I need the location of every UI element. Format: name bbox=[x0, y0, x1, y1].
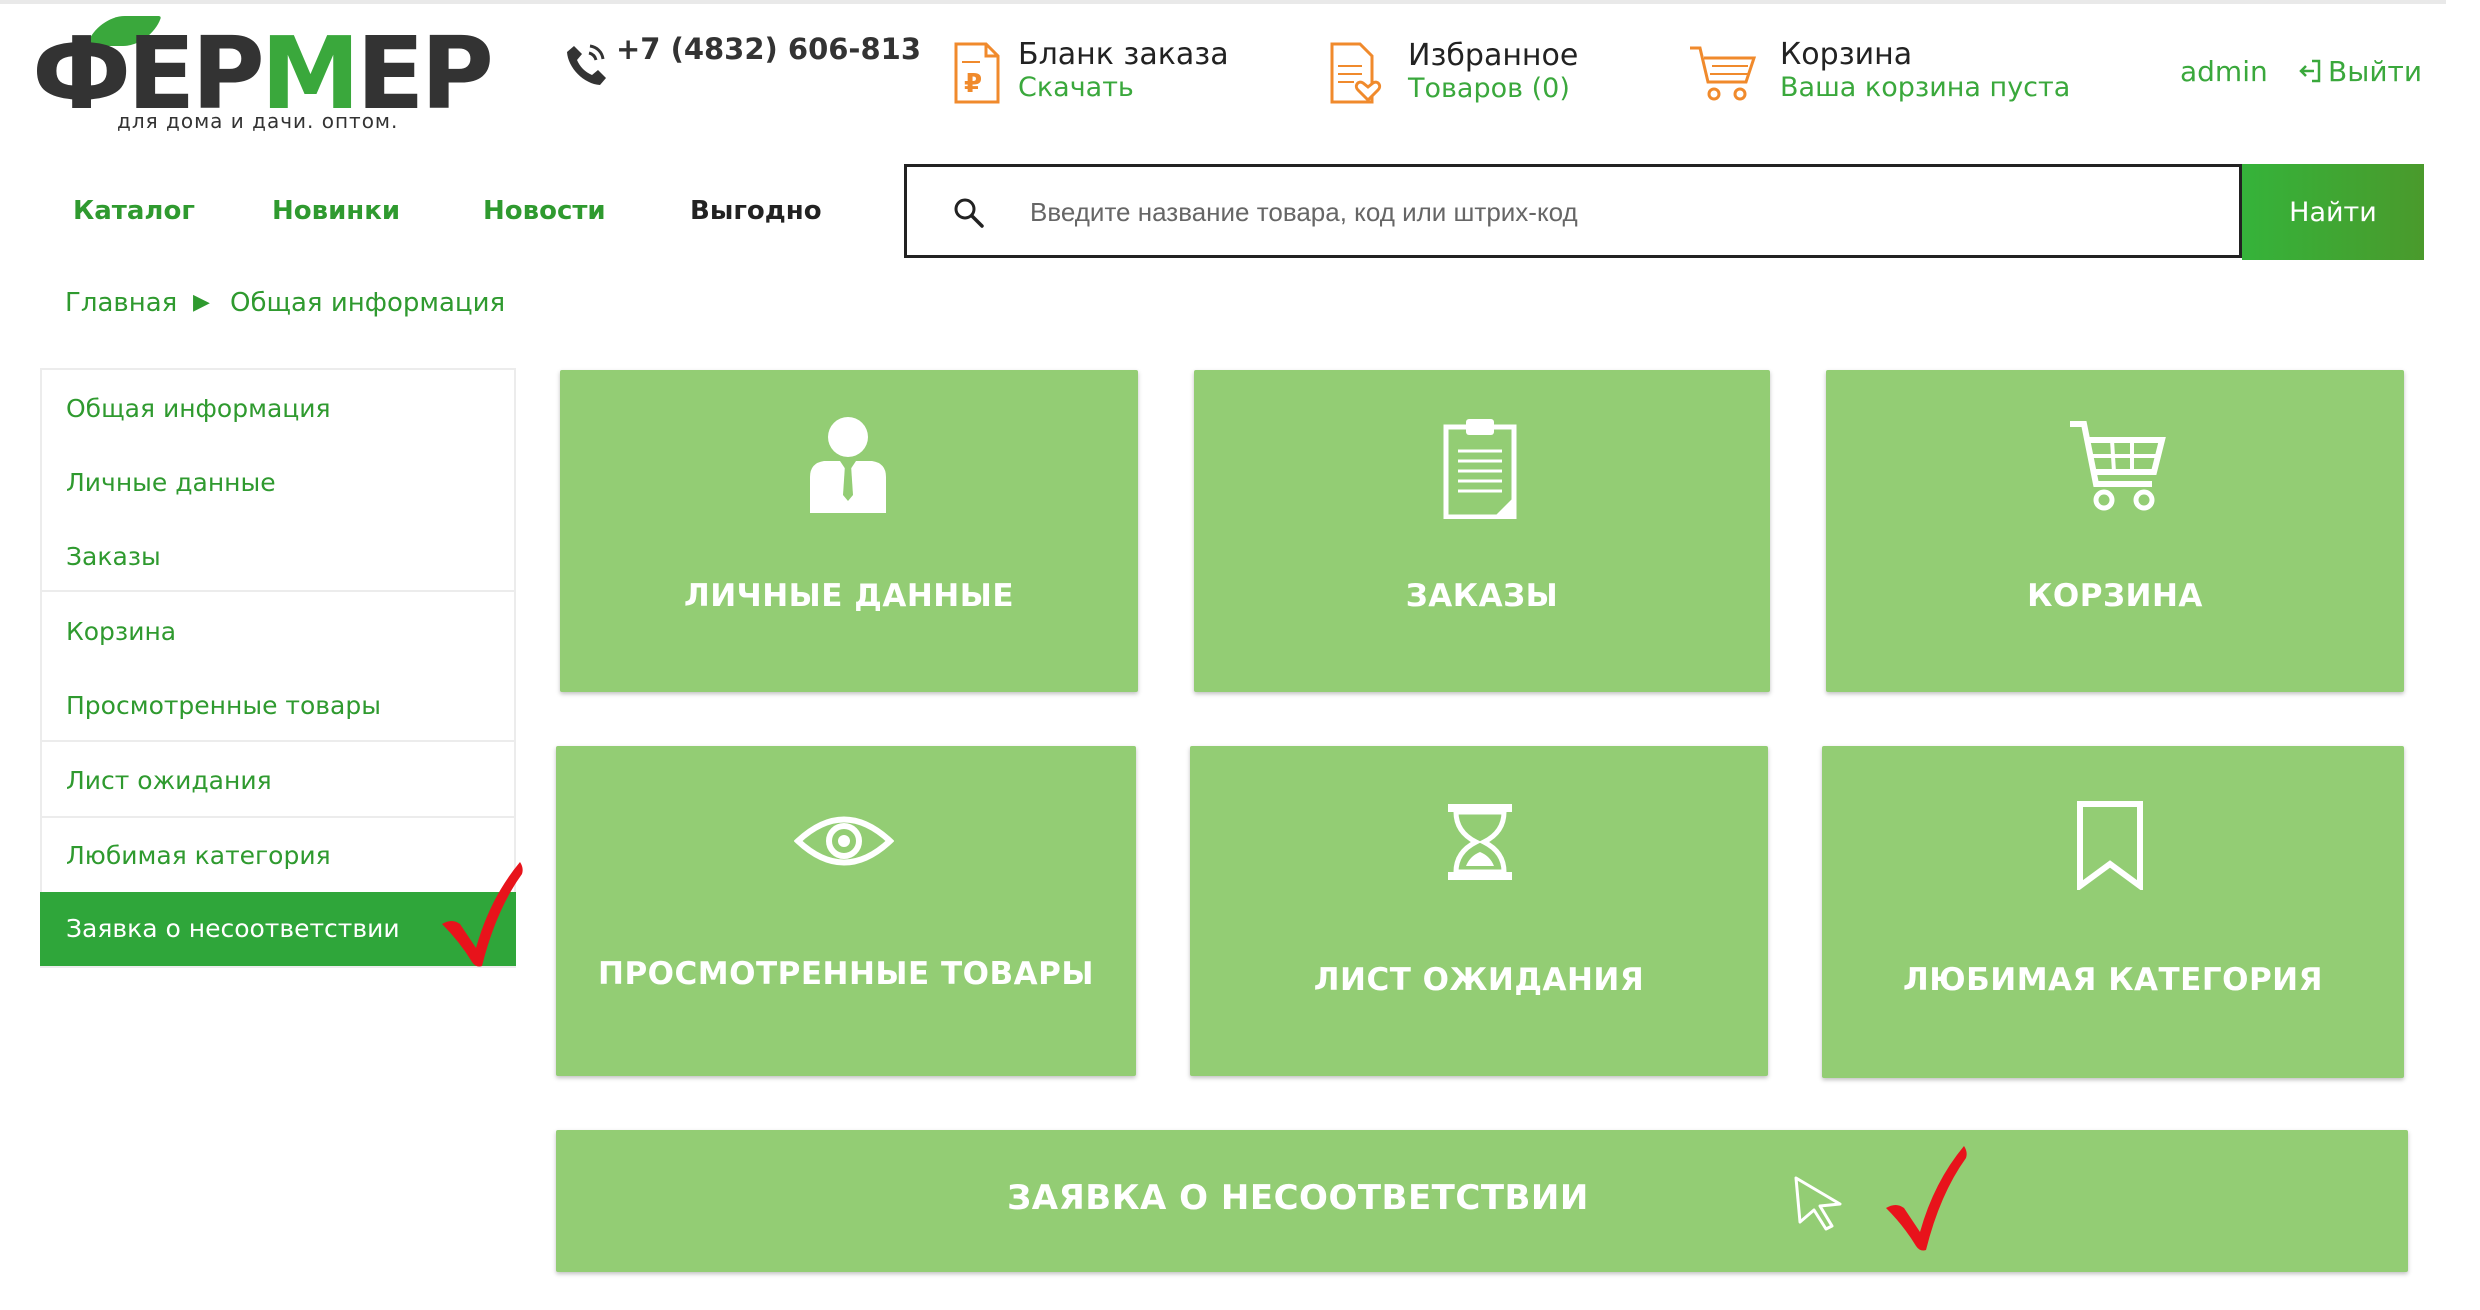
person-icon bbox=[810, 417, 886, 513]
tile-favorite-category[interactable] bbox=[1822, 746, 2404, 1078]
cart-status: Ваша корзина пуста bbox=[1780, 72, 2071, 103]
order-form-download-link[interactable]: Скачать bbox=[1018, 72, 1134, 103]
nav-news[interactable]: Новости bbox=[483, 196, 606, 226]
tile-waitlist-label: ЛИСТ ОЖИДАНИЯ bbox=[1313, 962, 1645, 998]
nav-new[interactable]: Новинки bbox=[272, 196, 400, 226]
eye-icon bbox=[794, 816, 894, 866]
favorites-title[interactable]: Избранное bbox=[1408, 38, 1578, 73]
sidebar-item-personal-data[interactable]: Личные данные bbox=[66, 468, 276, 497]
tile-waitlist[interactable] bbox=[1190, 746, 1768, 1076]
cart-icon bbox=[2070, 421, 2166, 511]
tile-favorite-category-label: ЛЮБИМАЯ КАТЕГОРИЯ bbox=[1902, 962, 2323, 998]
search-button[interactable]: Найти bbox=[2242, 164, 2424, 260]
tile-cart-label: КОРЗИНА bbox=[2027, 578, 2203, 614]
sidebar-divider bbox=[40, 740, 516, 742]
logo-tagline: для дома и дачи. оптом. bbox=[117, 109, 399, 133]
cart-icon bbox=[1690, 46, 1757, 101]
tile-viewed-products[interactable] bbox=[556, 746, 1136, 1076]
red-checkmark-icon bbox=[1886, 1146, 1967, 1251]
search-input[interactable] bbox=[1028, 180, 2212, 244]
bookmark-icon bbox=[2077, 801, 2143, 890]
sidebar-item-cart[interactable]: Корзина bbox=[66, 617, 176, 646]
order-form-icon: ₽ bbox=[954, 42, 1000, 104]
user-account-link[interactable]: admin bbox=[2180, 55, 2268, 88]
sidebar-item-general-info[interactable]: Общая информация bbox=[66, 394, 331, 423]
breadcrumb-current: Общая информация bbox=[230, 288, 506, 318]
favorites-count[interactable]: Товаров (0) bbox=[1408, 73, 1570, 104]
top-border bbox=[0, 0, 2446, 4]
order-form-title: Бланк заказа bbox=[1018, 37, 1229, 72]
phone-icon bbox=[567, 44, 606, 85]
breadcrumb-separator-icon: ▶ bbox=[193, 290, 210, 315]
logout-icon bbox=[2299, 59, 2321, 83]
logout-link[interactable]: Выйти bbox=[2328, 55, 2422, 88]
sidebar-item-orders[interactable]: Заказы bbox=[66, 542, 161, 571]
sidebar-item-nonconformity-label[interactable]: Заявка о несоответствии bbox=[66, 914, 400, 943]
sidebar-item-favorite-category[interactable]: Любимая категория bbox=[66, 841, 331, 870]
svg-text:₽: ₽ bbox=[964, 69, 982, 99]
sidebar-divider bbox=[40, 590, 516, 592]
phone-number[interactable]: +7 (4832) 606-813 bbox=[616, 32, 921, 66]
search-icon bbox=[954, 198, 984, 228]
logo[interactable]: ФЕРМЕР для дома и дачи. оптом. bbox=[32, 16, 494, 134]
nav-catalog[interactable]: Каталог bbox=[73, 196, 195, 226]
mouse-cursor-icon bbox=[1794, 1176, 1842, 1231]
cart-title[interactable]: Корзина bbox=[1780, 37, 1912, 72]
tile-orders-label: ЗАКАЗЫ bbox=[1405, 578, 1559, 614]
breadcrumb-home[interactable]: Главная bbox=[65, 288, 177, 318]
tile-viewed-products-label: ПРОСМОТРЕННЫЕ ТОВАРЫ bbox=[598, 956, 1094, 992]
sidebar-item-viewed[interactable]: Просмотренные товары bbox=[66, 691, 381, 720]
favorites-icon bbox=[1330, 42, 1382, 104]
hourglass-icon bbox=[1448, 804, 1512, 880]
nav-deals[interactable]: Выгодно bbox=[690, 196, 822, 226]
sidebar-item-waitlist[interactable]: Лист ожидания bbox=[66, 766, 272, 795]
red-checkmark-icon bbox=[442, 862, 523, 967]
clipboard-icon bbox=[1443, 419, 1517, 519]
sidebar-divider bbox=[40, 816, 516, 818]
tile-personal-data-label: ЛИЧНЫЕ ДАННЫЕ bbox=[683, 578, 1015, 614]
